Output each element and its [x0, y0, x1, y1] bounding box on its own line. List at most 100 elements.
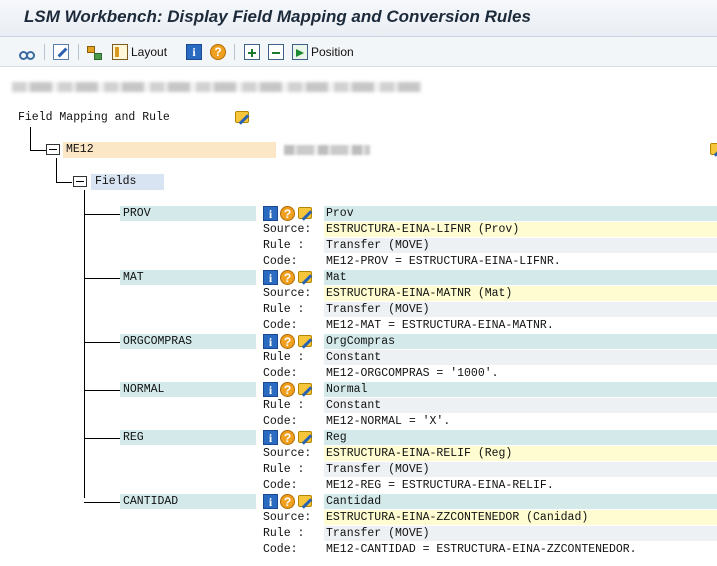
- expand-all-icon: [244, 44, 260, 60]
- rule-label: Rule :: [263, 399, 305, 412]
- field-actions: i?: [263, 382, 312, 397]
- project-header-redacted: [12, 82, 422, 92]
- position-button[interactable]: Position: [292, 42, 354, 62]
- rule-band: [324, 398, 717, 413]
- display-change-button[interactable]: [18, 42, 35, 62]
- pencil-icon[interactable]: [297, 494, 312, 509]
- help-icon[interactable]: ?: [280, 494, 295, 509]
- rule-label: Rule :: [263, 527, 305, 540]
- field-description-band: [324, 382, 717, 397]
- title-bar: LSM Workbench: Display Field Mapping and…: [0, 0, 717, 37]
- field-description-band: [324, 430, 717, 445]
- field-actions: i?: [263, 334, 312, 349]
- help-icon[interactable]: ?: [280, 334, 295, 349]
- source-label: Source:: [263, 287, 312, 300]
- pencil-icon[interactable]: [297, 430, 312, 445]
- help-icon[interactable]: ?: [280, 382, 295, 397]
- glasses-icon: [18, 44, 35, 60]
- tree-connector: [84, 438, 120, 439]
- field-name[interactable]: CANTIDAD: [123, 495, 178, 508]
- layout-button[interactable]: Layout: [112, 42, 167, 62]
- tree-root-label: Field Mapping and Rule: [18, 111, 170, 124]
- fields-node-label[interactable]: Fields: [95, 175, 136, 188]
- info-icon[interactable]: i: [263, 494, 278, 509]
- field-description: Reg: [326, 431, 347, 444]
- field-description-band: [324, 270, 717, 285]
- rule-value[interactable]: Constant: [326, 399, 381, 412]
- tree-connector: [84, 502, 120, 503]
- source-label: Source:: [263, 447, 312, 460]
- pencil-icon[interactable]: [297, 382, 312, 397]
- code-label: Code:: [263, 479, 298, 492]
- position-icon: [292, 44, 308, 60]
- position-label: Position: [311, 45, 354, 59]
- folder-icon[interactable]: [46, 144, 60, 155]
- pencil-icon[interactable]: [234, 110, 250, 126]
- edit-icon: [53, 44, 69, 60]
- rule-band: [324, 350, 717, 365]
- source-value[interactable]: ESTRUCTURA-EINA-RELIF (Reg): [326, 447, 512, 460]
- info-icon[interactable]: i: [263, 382, 278, 397]
- code-label: Code:: [263, 415, 298, 428]
- help-button[interactable]: ?: [210, 42, 226, 62]
- info-button[interactable]: i: [186, 42, 202, 62]
- info-icon[interactable]: i: [263, 430, 278, 445]
- edit-button[interactable]: [53, 42, 69, 62]
- help-icon[interactable]: ?: [280, 206, 295, 221]
- tree-connector: [84, 390, 120, 391]
- field-name[interactable]: REG: [123, 431, 144, 444]
- rule-value[interactable]: Transfer (MOVE): [326, 527, 430, 540]
- toolbar-separator: [234, 44, 235, 60]
- tree-icon: [86, 44, 102, 60]
- pencil-icon[interactable]: [709, 142, 717, 158]
- structure-description-redacted: [284, 145, 370, 155]
- field-actions: i?: [263, 430, 312, 445]
- layout-icon: [112, 44, 128, 60]
- pencil-icon[interactable]: [297, 334, 312, 349]
- field-name[interactable]: PROV: [123, 207, 151, 220]
- expand-all-button[interactable]: [244, 42, 260, 62]
- info-icon[interactable]: i: [263, 270, 278, 285]
- structure-tree-button[interactable]: [86, 42, 102, 62]
- field-description: Cantidad: [326, 495, 382, 508]
- pencil-icon[interactable]: [297, 270, 312, 285]
- field-description-band: [324, 494, 717, 509]
- toolbar-separator: [44, 44, 45, 60]
- code-label: Code:: [263, 319, 298, 332]
- help-icon[interactable]: ?: [280, 270, 295, 285]
- collapse-all-icon: [268, 44, 284, 60]
- pencil-icon[interactable]: [297, 206, 312, 221]
- rule-value[interactable]: Transfer (MOVE): [326, 303, 430, 316]
- rule-value[interactable]: Transfer (MOVE): [326, 239, 430, 252]
- field-name[interactable]: MAT: [123, 271, 144, 284]
- rule-label: Rule :: [263, 239, 305, 252]
- rule-label: Rule :: [263, 463, 305, 476]
- rule-label: Rule :: [263, 351, 305, 364]
- source-value[interactable]: ESTRUCTURA-EINA-MATNR (Mat): [326, 287, 512, 300]
- field-description: Mat: [326, 271, 347, 284]
- tree-connector: [56, 182, 72, 183]
- rule-value[interactable]: Constant: [326, 351, 381, 364]
- source-value[interactable]: ESTRUCTURA-EINA-ZZCONTENEDOR (Canidad): [326, 511, 588, 524]
- folder-icon[interactable]: [73, 176, 87, 187]
- source-label: Source:: [263, 511, 312, 524]
- code-value: ME12-MAT = ESTRUCTURA-EINA-MATNR.: [326, 319, 554, 332]
- collapse-all-button[interactable]: [268, 42, 284, 62]
- source-value[interactable]: ESTRUCTURA-EINA-LIFNR (Prov): [326, 223, 519, 236]
- structure-name[interactable]: ME12: [66, 143, 94, 156]
- info-icon[interactable]: i: [263, 206, 278, 221]
- code-label: Code:: [263, 367, 298, 380]
- field-name[interactable]: ORGCOMPRAS: [123, 335, 192, 348]
- help-icon[interactable]: ?: [280, 430, 295, 445]
- tree-connector: [84, 214, 120, 215]
- code-value: ME12-NORMAL = 'X'.: [326, 415, 451, 428]
- field-name[interactable]: NORMAL: [123, 383, 164, 396]
- source-label: Source:: [263, 223, 312, 236]
- structure-band: [63, 142, 276, 158]
- field-description: OrgCompras: [326, 335, 396, 348]
- tree-connector: [30, 127, 31, 150]
- rule-value[interactable]: Transfer (MOVE): [326, 463, 430, 476]
- layout-label: Layout: [131, 45, 168, 59]
- field-description-band: [324, 206, 717, 221]
- info-icon[interactable]: i: [263, 334, 278, 349]
